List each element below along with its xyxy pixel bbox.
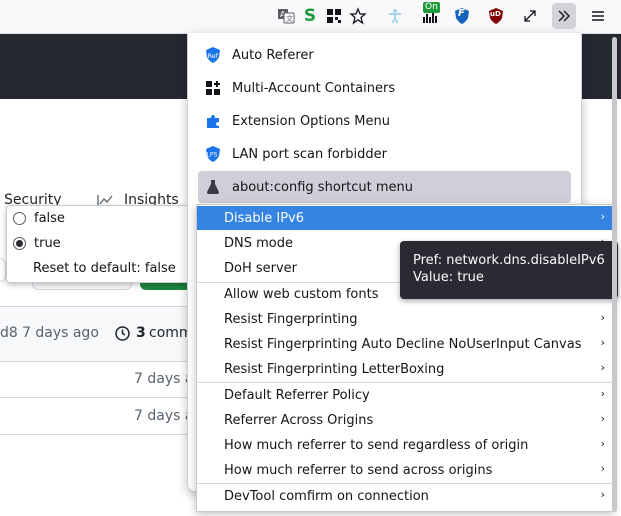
file-row-time: 7 days a — [134, 371, 194, 387]
containers-icon — [204, 79, 222, 97]
svg-text:文: 文 — [286, 14, 293, 23]
svg-text:Ref: Ref — [208, 52, 219, 60]
menu-item-label: How much referrer to send regardless of … — [224, 437, 529, 453]
menu-item-label: DoH server — [224, 260, 298, 276]
s-extension-label: S — [303, 6, 317, 26]
menu-item-referrer-regardless[interactable]: How much referrer to send regardless of … — [197, 433, 613, 457]
menu-item-resist-fingerprinting[interactable]: Resist Fingerprinting › — [197, 307, 613, 331]
menu-item-rfp-letterboxing[interactable]: Resist Fingerprinting LetterBoxing › — [197, 357, 613, 381]
extension-label: Multi-Account Containers — [232, 80, 396, 96]
menu-item-label: Allow web custom fonts — [224, 286, 379, 302]
extension-label: Extension Options Menu — [232, 113, 390, 129]
menu-item-label: Resist Fingerprinting LetterBoxing — [224, 361, 445, 377]
accessibility-icon[interactable] — [384, 5, 406, 27]
extension-item-options-menu[interactable]: Extension Options Menu — [198, 107, 571, 135]
submenu-arrow-icon: › — [600, 412, 605, 425]
pref-value-menu: false true Reset to default: false — [6, 205, 196, 283]
extension-item-lan-port-scan[interactable]: LPS LAN port scan forbidder — [198, 140, 571, 168]
submenu-arrow-icon: › — [600, 311, 605, 324]
tooltip-value: Value: true — [413, 270, 484, 285]
reset-to-default-item[interactable]: Reset to default: false — [33, 261, 176, 276]
file-row-time: 7 days a — [134, 408, 194, 424]
extensions-overflow-icon[interactable] — [552, 3, 576, 29]
s-extension-icon[interactable]: S — [299, 5, 321, 27]
menu-item-disable-ipv6[interactable]: Disable IPv6 › — [197, 206, 613, 230]
extension-label: Auto Referer — [232, 47, 314, 63]
menu-item-referrer-policy[interactable]: Default Referrer Policy › — [197, 383, 613, 407]
radio-option-true[interactable]: true — [13, 232, 61, 254]
ublock-label: uD — [490, 10, 501, 18]
on-badge-extension-icon[interactable]: On — [420, 2, 442, 27]
translate-icon[interactable]: A文 — [275, 5, 297, 27]
menu-item-label: DNS mode — [224, 235, 293, 251]
submenu-arrow-icon: › — [600, 488, 605, 501]
firefox-shield-icon[interactable]: F — [451, 5, 473, 27]
radio-option-label: true — [34, 235, 61, 251]
menu-item-referrer-across[interactable]: How much referrer to send across origins… — [197, 458, 613, 482]
qr-code-icon[interactable] — [323, 5, 345, 27]
menu-item-label: Resist Fingerprinting — [224, 311, 358, 327]
submenu-arrow-icon: › — [600, 387, 605, 400]
browser-toolbar: A文 S On F uD — [0, 0, 621, 34]
on-badge: On — [423, 2, 440, 13]
menu-item-devtool-confirm[interactable]: DevTool comfirm on connection › — [197, 484, 613, 508]
shield-label: F — [458, 8, 465, 19]
extension-label: LAN port scan forbidder — [232, 146, 387, 162]
lps-shield-icon: LPS — [204, 145, 222, 163]
menu-item-rfp-canvas[interactable]: Resist Fingerprinting Auto Decline NoUse… — [197, 332, 613, 356]
commit-count-label[interactable]: comm — [149, 325, 193, 341]
submenu-arrow-icon: › — [600, 462, 605, 475]
submenu-arrow-icon: › — [600, 336, 605, 349]
ublock-origin-icon[interactable]: uD — [485, 5, 507, 27]
radio-option-label: false — [34, 210, 65, 226]
menu-item-label: Referrer Across Origins — [224, 412, 374, 428]
scrollbar-thumb[interactable] — [612, 37, 617, 512]
history-icon — [115, 326, 130, 341]
pref-tooltip: Pref: network.dns.disableIPv6 Value: tru… — [400, 241, 618, 299]
row-divider — [0, 397, 200, 398]
menu-item-label: Resist Fingerprinting Auto Decline NoUse… — [224, 336, 582, 352]
submenu-arrow-icon: › — [600, 361, 605, 374]
menu-item-label: How much referrer to send across origins — [224, 462, 493, 478]
submenu-arrow-icon: › — [600, 437, 605, 450]
menu-item-label: DevTool comfirm on connection — [224, 488, 429, 504]
extension-label: about:config shortcut menu — [232, 179, 413, 195]
ref-shield-icon: Ref — [204, 46, 222, 64]
flask-icon — [204, 178, 222, 196]
extension-item-about-config[interactable]: about:config shortcut menu — [198, 171, 571, 203]
extension-item-auto-referer[interactable]: Ref Auto Referer — [198, 41, 571, 69]
expand-arrows-icon[interactable] — [519, 5, 541, 27]
hamburger-menu-icon[interactable] — [587, 5, 609, 27]
bookmark-star-icon[interactable] — [347, 5, 369, 27]
radio-checked-icon — [13, 236, 26, 250]
radio-unchecked-icon — [13, 211, 26, 225]
tooltip-pref: Pref: network.dns.disableIPv6 — [413, 253, 605, 268]
row-divider — [0, 434, 200, 435]
menu-item-label: Default Referrer Policy — [224, 387, 370, 403]
radio-option-false[interactable]: false — [13, 207, 65, 229]
svg-text:LPS: LPS — [207, 152, 218, 159]
menu-item-referrer-across-origins[interactable]: Referrer Across Origins › — [197, 408, 613, 432]
submenu-arrow-icon: › — [600, 210, 605, 223]
puzzle-icon — [204, 112, 222, 130]
commit-count[interactable]: 3 — [136, 325, 146, 341]
extension-item-containers[interactable]: Multi-Account Containers — [198, 74, 571, 102]
commit-hash[interactable]: d8 — [0, 325, 18, 341]
menu-item-label: Disable IPv6 — [224, 210, 304, 226]
commit-time: 7 days ago — [22, 325, 99, 341]
